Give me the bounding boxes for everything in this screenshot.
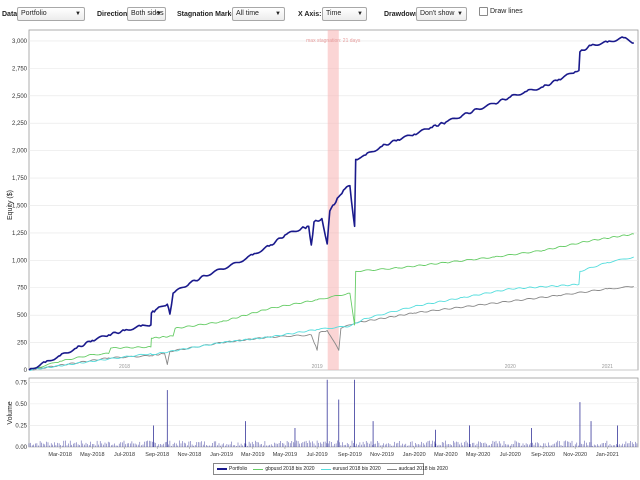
legend-swatch xyxy=(386,468,397,470)
legend-label: gbpusd 2018 bis 2020 xyxy=(265,466,315,472)
x-tick-label: May-2019 xyxy=(273,452,297,458)
volume-y-tick-label: 0.00 xyxy=(15,445,27,451)
legend: Portfolio gbpusd 2018 bis 2020 eurusd 2018… xyxy=(213,463,448,475)
equity-y-tick-label: 1,750 xyxy=(12,176,28,182)
equity-y-tick-label: 2,000 xyxy=(12,149,28,155)
legend-swatch xyxy=(217,468,227,470)
x-tick-label: Jan-2021 xyxy=(596,452,619,458)
legend-label: eurusd 2018 bis 2020 xyxy=(332,466,381,472)
legend-swatch xyxy=(320,468,331,470)
x-tick-label: Nov-2019 xyxy=(370,452,394,458)
x-tick-label: Jul-2018 xyxy=(114,452,135,458)
stagnation-label: max stagnation: 21 days xyxy=(306,38,361,44)
equity-y-tick-label: 1,250 xyxy=(12,231,28,237)
x-tick-label: Nov-2020 xyxy=(563,452,587,458)
legend-item: eurusd 2018 bis 2020 xyxy=(320,466,381,472)
x-tick-label: Jan-2019 xyxy=(210,452,233,458)
equity-y-tick-label: 750 xyxy=(17,286,28,292)
legend-item: gbpusd 2018 bis 2020 xyxy=(253,466,315,472)
equity-y-tick-label: 2,250 xyxy=(12,121,28,127)
equity-y-tick-label: 2,500 xyxy=(12,94,28,100)
x-tick-label: May-2018 xyxy=(80,452,104,458)
x-tick-label: Jul-2020 xyxy=(500,452,521,458)
year-label: 2021 xyxy=(602,364,613,370)
volume-plot-area xyxy=(28,377,639,448)
x-tick-label: Sep-2019 xyxy=(338,452,362,458)
equity-y-tick-label: 1,000 xyxy=(12,258,28,264)
x-tick-label: Mar-2019 xyxy=(241,452,265,458)
equity-y-tick-label: 2,750 xyxy=(12,66,28,72)
equity-y-tick-label: 1,500 xyxy=(12,203,28,209)
volume-y-tick-label: 0.50 xyxy=(15,402,27,408)
equity-y-tick-label: 500 xyxy=(17,313,28,319)
equity-y-tick-label: 0 xyxy=(24,368,28,374)
year-label: 2018 xyxy=(119,364,130,370)
x-tick-label: Mar-2018 xyxy=(48,452,72,458)
legend-swatch xyxy=(253,468,264,470)
equity-y-tick-label: 250 xyxy=(17,341,28,347)
legend-label: Portfolio xyxy=(229,466,248,472)
x-tick-label: Jul-2019 xyxy=(307,452,328,458)
equity-chart: Equity ($) Volume 02505007501,0001,2501,… xyxy=(7,29,639,458)
volume-axis-title: Volume xyxy=(7,401,14,424)
x-tick-label: May-2020 xyxy=(466,452,490,458)
legend-label: audcad 2018 bis 2020 xyxy=(398,466,448,472)
equity-y-tick-label: 3,000 xyxy=(12,39,28,45)
x-tick-label: Jan-2020 xyxy=(403,452,426,458)
legend-item: audcad 2018 bis 2020 xyxy=(386,466,448,472)
x-tick-label: Sep-2020 xyxy=(531,452,555,458)
legend-item: Portfolio xyxy=(217,466,247,472)
year-label: 2019 xyxy=(312,364,323,370)
year-label: 2020 xyxy=(505,364,516,370)
x-tick-label: Nov-2018 xyxy=(178,452,202,458)
x-tick-label: Sep-2018 xyxy=(145,452,169,458)
volume-y-tick-label: 0.75 xyxy=(15,380,27,386)
volume-y-tick-label: 0.25 xyxy=(15,423,27,429)
x-tick-label: Mar-2020 xyxy=(434,452,458,458)
